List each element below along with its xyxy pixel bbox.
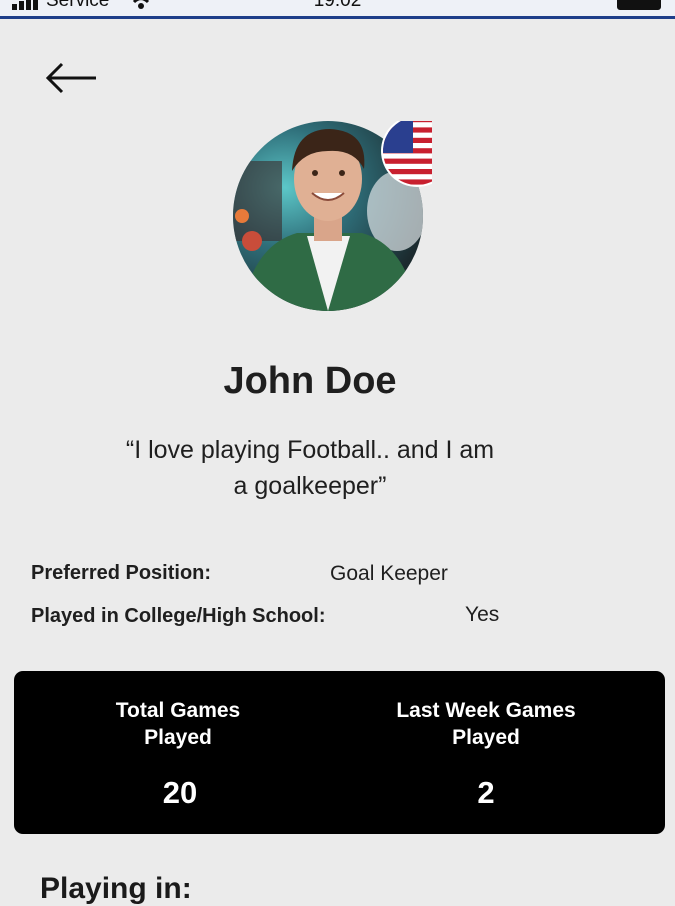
last-week-label-line: Last Week Games xyxy=(396,699,576,722)
battery-icon xyxy=(617,0,661,10)
status-bar-content: Service 19:02 xyxy=(0,0,675,19)
back-arrow-icon xyxy=(45,62,96,94)
bio-line: “I love playing Football.. and I am xyxy=(125,436,495,464)
total-games-label-line: Total Games xyxy=(115,699,241,722)
profile-bio: “I love playing Football.. and I am a go… xyxy=(60,432,560,504)
profile-avatar xyxy=(222,115,453,311)
last-week-games-label: Last Week Games Played xyxy=(356,697,616,751)
bio-line: a goalkeeper” xyxy=(233,472,387,500)
preferred-position-label: Preferred Position: xyxy=(31,562,212,584)
college-value: Yes xyxy=(465,603,500,626)
last-week-label-line: Played xyxy=(452,726,520,749)
total-games-value: 20 xyxy=(162,775,198,810)
back-button[interactable] xyxy=(40,58,102,98)
profile-name: John Doe xyxy=(223,360,397,402)
playing-in-heading: Playing in: xyxy=(40,872,192,905)
avatar-photo xyxy=(233,115,453,311)
last-week-games-value: 2 xyxy=(477,775,495,810)
status-bar: Service 19:02 xyxy=(0,0,675,19)
total-games-label-line: Played xyxy=(144,726,212,749)
status-time: 19:02 xyxy=(313,0,362,11)
stats-card: Total Games Played 20 Last Week Games Pl… xyxy=(14,671,665,834)
preferred-position-value: Goal Keeper xyxy=(330,562,448,585)
college-label: Played in College/High School: xyxy=(31,605,326,627)
total-games-label: Total Games Played xyxy=(48,697,308,751)
